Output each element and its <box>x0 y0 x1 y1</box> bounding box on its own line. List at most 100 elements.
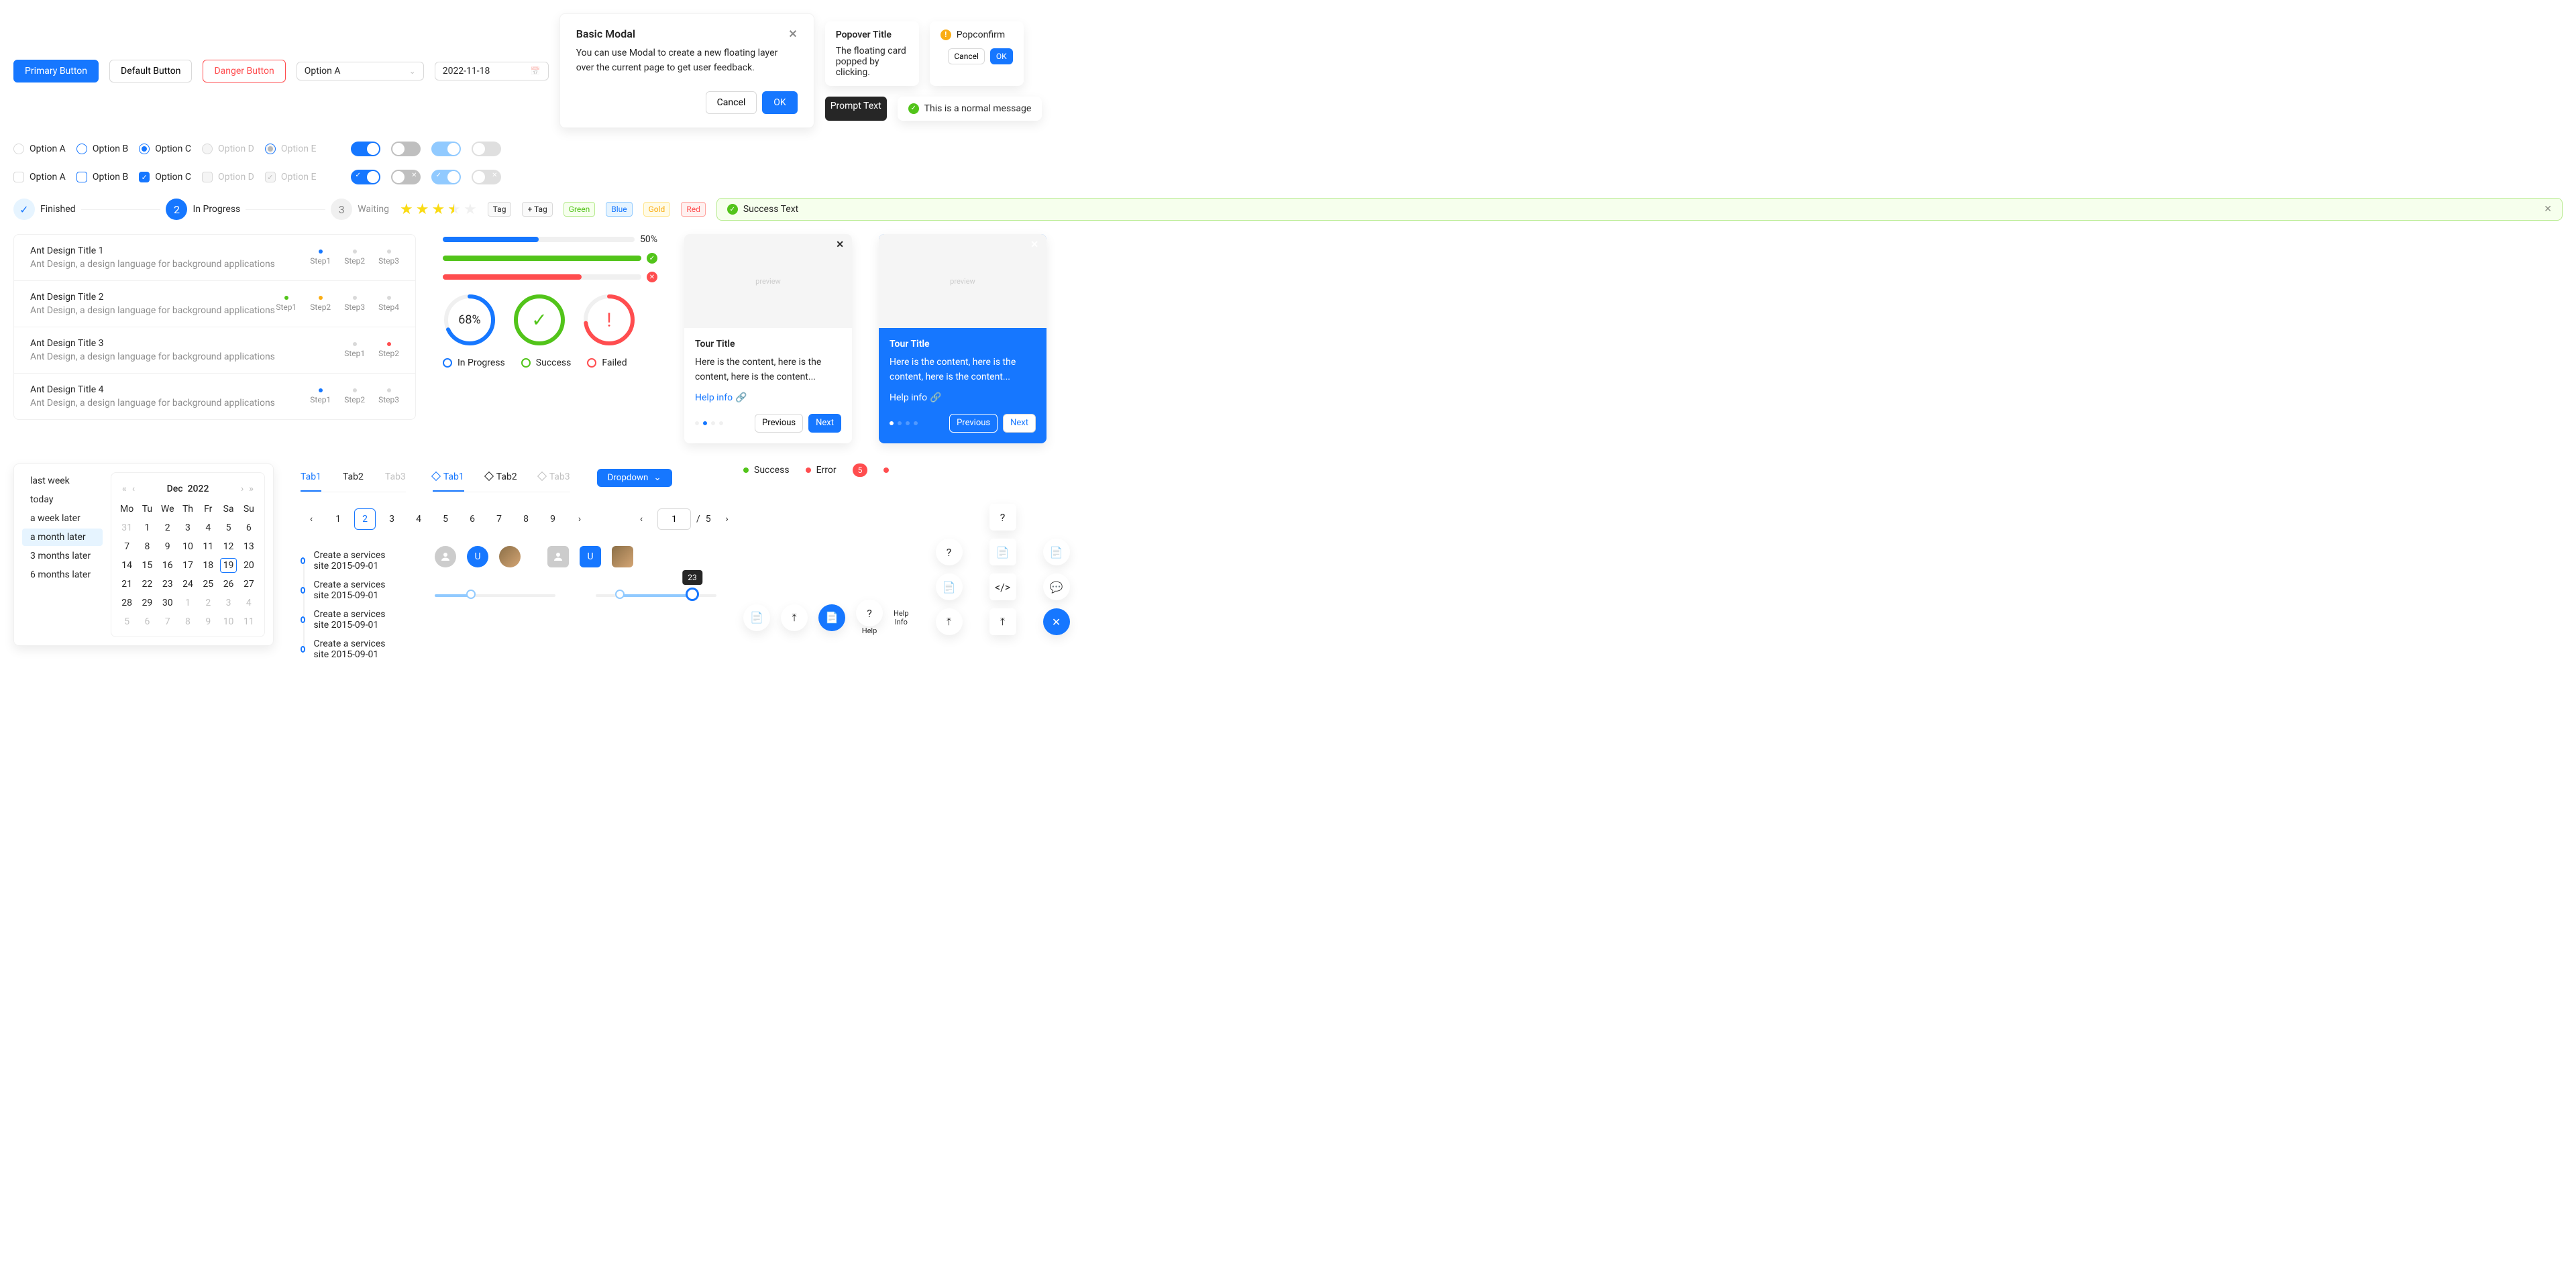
preset-item[interactable]: 6 months later <box>22 566 103 584</box>
cal-day[interactable]: 5 <box>218 518 238 537</box>
prev-year-icon[interactable]: « <box>122 484 127 494</box>
close-icon[interactable]: ✕ <box>1030 239 1038 250</box>
previous-button[interactable]: Previous <box>755 414 803 433</box>
cal-day[interactable]: 29 <box>137 594 157 612</box>
star-half-icon[interactable]: ★★ <box>447 201 461 218</box>
cal-day[interactable]: 21 <box>117 575 137 594</box>
page-number[interactable]: 1 <box>327 508 349 530</box>
switch-light-on[interactable] <box>431 142 461 156</box>
cal-day[interactable]: 27 <box>239 575 259 594</box>
cal-day[interactable]: 8 <box>137 537 157 556</box>
next-page[interactable]: › <box>716 508 738 530</box>
previous-button[interactable]: Previous <box>949 414 998 433</box>
page-number[interactable]: 7 <box>488 508 510 530</box>
switch-check-light[interactable]: ✓ <box>431 170 461 184</box>
float-btn-top[interactable]: ⤒ <box>781 604 808 631</box>
cal-day[interactable]: 12 <box>218 537 238 556</box>
cal-day[interactable]: 4 <box>239 594 259 612</box>
tab-1[interactable]: Tab1 <box>301 463 321 492</box>
next-button[interactable]: Next <box>1003 414 1036 433</box>
float-btn-help[interactable]: ? <box>856 600 883 626</box>
float-btn-file[interactable]: 📄 <box>936 573 963 600</box>
page-number[interactable]: 6 <box>462 508 483 530</box>
primary-button[interactable]: Primary Button <box>13 60 99 82</box>
close-icon[interactable]: ✕ <box>788 27 797 40</box>
float-btn-comment[interactable]: 💬 <box>1043 573 1070 600</box>
cal-day[interactable]: 3 <box>218 594 238 612</box>
date-picker[interactable]: 2022-11-18 📅 <box>435 62 549 80</box>
tab-1[interactable]: Tab1 <box>433 463 464 492</box>
cal-day[interactable]: 13 <box>239 537 259 556</box>
page-number[interactable]: 2 <box>354 508 376 530</box>
float-btn-file[interactable]: 📄 <box>743 604 770 631</box>
prev-page[interactable]: ‹ <box>301 508 322 530</box>
preset-item[interactable]: 3 months later <box>22 547 103 565</box>
cal-day[interactable]: 31 <box>117 518 137 537</box>
cal-day[interactable]: 15 <box>137 556 157 575</box>
danger-button[interactable]: Danger Button <box>203 60 285 82</box>
cal-day[interactable]: 11 <box>239 612 259 631</box>
float-btn-file[interactable]: 📄 <box>989 539 1016 565</box>
cal-day[interactable]: 5 <box>117 612 137 631</box>
cal-day[interactable]: 16 <box>158 556 178 575</box>
cal-day[interactable]: 3 <box>178 518 198 537</box>
tab-2[interactable]: Tab2 <box>343 463 364 492</box>
float-btn-top[interactable]: ⤒ <box>936 608 963 635</box>
help-link[interactable]: Help info 🔗 <box>890 392 1036 403</box>
next-month-icon[interactable]: › <box>241 484 244 494</box>
checkbox-option-a[interactable]: Option A <box>13 172 66 182</box>
switch-on[interactable] <box>351 142 380 156</box>
close-icon[interactable]: ✕ <box>2544 204 2552 215</box>
star-empty-icon[interactable]: ★ <box>464 201 477 218</box>
cal-day[interactable]: 23 <box>158 575 178 594</box>
float-btn-top[interactable]: ⤒ <box>989 608 1016 635</box>
radio-option-b[interactable]: Option B <box>76 144 128 154</box>
float-btn-file-primary[interactable]: 📄 <box>818 604 845 631</box>
star-icon[interactable]: ★ <box>416 201 429 218</box>
cal-day[interactable]: 26 <box>218 575 238 594</box>
next-page[interactable]: › <box>569 508 590 530</box>
cal-day[interactable]: 30 <box>158 594 178 612</box>
cal-day[interactable]: 17 <box>178 556 198 575</box>
float-btn-question[interactable]: ? <box>936 539 963 565</box>
checkbox-option-c[interactable]: ✓Option C <box>139 172 191 182</box>
page-input[interactable] <box>657 508 691 530</box>
next-button[interactable]: Next <box>808 414 841 433</box>
star-icon[interactable]: ★ <box>431 201 445 218</box>
cal-day[interactable]: 6 <box>137 612 157 631</box>
cal-day[interactable]: 2 <box>198 594 218 612</box>
slider-range[interactable]: 23 <box>596 594 716 597</box>
page-number[interactable]: 5 <box>435 508 456 530</box>
tag-gold[interactable]: Gold <box>643 202 671 217</box>
cal-day[interactable]: 24 <box>178 575 198 594</box>
tag[interactable]: Tag <box>488 202 512 217</box>
page-number[interactable]: 3 <box>381 508 402 530</box>
rate[interactable]: ★ ★ ★ ★★ ★ <box>400 201 477 218</box>
tag-blue[interactable]: Blue <box>606 202 632 217</box>
preset-item[interactable]: last week <box>22 472 103 490</box>
cal-day[interactable]: 19 <box>218 556 238 575</box>
float-btn-question[interactable]: ? <box>989 504 1016 531</box>
page-number[interactable]: 9 <box>542 508 564 530</box>
cal-day[interactable]: 7 <box>158 612 178 631</box>
cal-day[interactable]: 10 <box>218 612 238 631</box>
cancel-button[interactable]: Cancel <box>706 91 757 114</box>
cal-day[interactable]: 1 <box>137 518 157 537</box>
cal-day[interactable]: 20 <box>239 556 259 575</box>
star-icon[interactable]: ★ <box>400 201 413 218</box>
help-link[interactable]: Help info 🔗 <box>695 392 841 403</box>
tag-red[interactable]: Red <box>681 202 706 217</box>
cal-day[interactable]: 25 <box>198 575 218 594</box>
cal-day[interactable]: 4 <box>198 518 218 537</box>
cal-day[interactable]: 1 <box>178 594 198 612</box>
cal-day[interactable]: 8 <box>178 612 198 631</box>
switch-check-on[interactable]: ✓ <box>351 170 380 184</box>
switch-x-off[interactable] <box>391 170 421 184</box>
slider-single[interactable] <box>435 594 555 597</box>
close-icon[interactable]: ✕ <box>836 239 844 250</box>
cal-day[interactable]: 10 <box>178 537 198 556</box>
cal-day[interactable]: 18 <box>198 556 218 575</box>
preset-item[interactable]: today <box>22 491 103 508</box>
ok-button[interactable]: OK <box>762 91 797 114</box>
cal-day[interactable]: 28 <box>117 594 137 612</box>
